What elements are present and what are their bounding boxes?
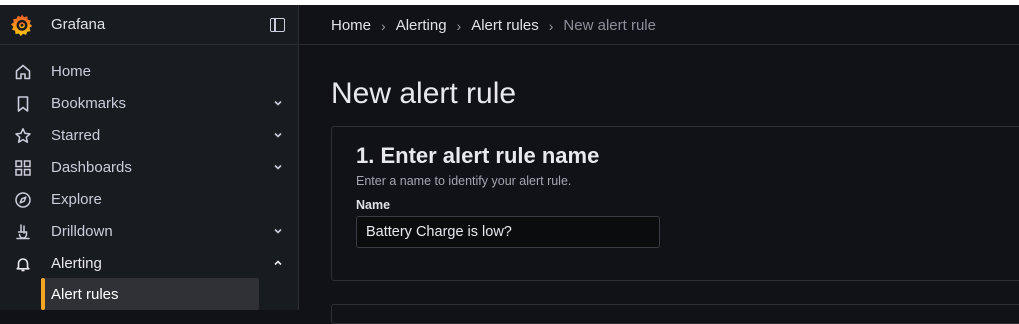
sidebar-subitem-alert-rules[interactable]: Alert rules [41, 278, 259, 310]
section-title: 1. Enter alert rule name [356, 143, 600, 168]
breadcrumb-home[interactable]: Home [331, 17, 371, 34]
sidebar-item-label: Bookmarks [51, 95, 127, 112]
home-icon [14, 63, 32, 81]
breadcrumb-current: New alert rule [563, 17, 656, 34]
section-description: Enter a name to identify your alert rule… [356, 174, 572, 188]
compass-icon [14, 191, 32, 209]
bell-icon [14, 255, 32, 273]
sidebar-subitem-label: Alert rules [51, 286, 119, 303]
sidebar-item-label: Home [51, 63, 92, 80]
grafana-app: Grafana Home Bookmarks Starred Dashboard… [0, 5, 1019, 324]
chevron-right-icon: › [381, 17, 386, 34]
sidebar-header: Grafana [0, 5, 298, 45]
sidebar-item-explore[interactable]: Explore [0, 183, 298, 215]
rule-name-input[interactable] [356, 216, 660, 248]
sidebar-item-label: Alerting [51, 255, 102, 272]
name-label: Name [356, 198, 391, 212]
chevron-right-icon: › [456, 17, 462, 34]
chevron-down-icon[interactable] [271, 224, 285, 238]
sidebar-item-label: Explore [51, 191, 102, 208]
section-rule-name: 1. Enter alert rule name Enter a name to… [331, 126, 1019, 281]
page-title: New alert rule [331, 77, 517, 110]
sidebar-item-label: Drilldown [51, 223, 113, 240]
chevron-down-icon[interactable] [271, 96, 285, 110]
sidebar-item-dashboards[interactable]: Dashboards [0, 151, 298, 183]
chevron-down-icon[interactable] [271, 160, 285, 174]
bookmark-icon [14, 95, 32, 113]
chevron-up-icon[interactable] [271, 256, 285, 270]
sidebar-item-starred[interactable]: Starred [0, 119, 298, 151]
sidebar-item-label: Dashboards [51, 159, 132, 176]
breadcrumb-alerting[interactable]: Alerting [396, 17, 447, 34]
active-indicator [41, 278, 45, 310]
apps-icon [14, 159, 32, 177]
sidebar-item-home[interactable]: Home [0, 55, 298, 87]
star-icon [14, 127, 32, 145]
breadcrumb-alert-rules[interactable]: Alert rules [471, 17, 539, 34]
brand-name[interactable]: Grafana [51, 16, 105, 33]
dock-menu-icon[interactable] [270, 18, 285, 32]
next-section [331, 304, 1019, 324]
grafana-logo-icon[interactable] [10, 13, 34, 37]
sidebar-item-alerting[interactable]: Alerting [0, 247, 298, 279]
sidebar-nav: Grafana Home Bookmarks Starred Dashboard… [0, 5, 299, 310]
drilldown-icon [14, 223, 32, 241]
sidebar-item-bookmarks[interactable]: Bookmarks [0, 87, 298, 119]
breadcrumb: Home › Alerting › Alert rules › New aler… [331, 17, 656, 34]
chevron-right-icon: › [548, 17, 554, 34]
sidebar-item-label: Starred [51, 127, 101, 144]
top-bar: Home › Alerting › Alert rules › New aler… [299, 5, 1019, 45]
sidebar-item-drilldown[interactable]: Drilldown [0, 215, 298, 247]
chevron-down-icon[interactable] [271, 128, 285, 142]
